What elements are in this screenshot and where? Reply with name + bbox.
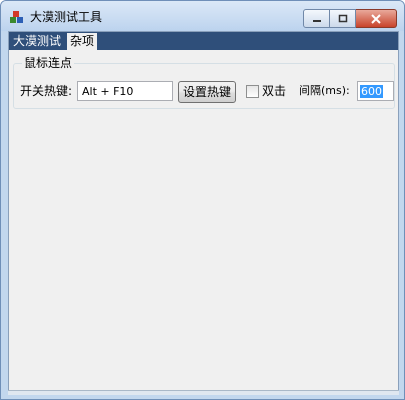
tab-misc[interactable]: 杂项 (67, 33, 98, 50)
close-icon (371, 13, 381, 24)
mouse-autoclick-group: 鼠标连点 开关热键: Alt + F10 设置热键 双击 间隔(ms): 600 (13, 56, 395, 109)
client-area: 大漠测试 杂项 鼠标连点 开关热键: Alt + F10 设置热键 双击 间隔(… (8, 31, 399, 392)
title-bar[interactable]: 大漠测试工具 (1, 1, 404, 31)
tab-damo-test[interactable]: 大漠测试 (10, 33, 64, 50)
minimize-icon (312, 19, 321, 22)
set-hotkey-button[interactable]: 设置热键 (178, 81, 236, 103)
double-click-label: 双击 (262, 84, 287, 98)
caption-buttons (303, 9, 397, 28)
misc-panel: 鼠标连点 开关热键: Alt + F10 设置热键 双击 间隔(ms): 600 (11, 53, 395, 385)
maximize-button[interactable] (330, 9, 356, 28)
interval-value: 600 (360, 85, 383, 98)
minimize-button[interactable] (303, 9, 330, 28)
app-window: 大漠测试工具 大漠测试 杂项 鼠标连点 开关热键: Alt + F10 设置热键… (0, 0, 405, 400)
interval-field[interactable]: 600 (357, 81, 394, 101)
hotkey-label: 开关热键: (20, 84, 73, 98)
tab-bar: 大漠测试 杂项 (9, 32, 398, 50)
maximize-icon (338, 14, 347, 22)
close-button[interactable] (356, 9, 397, 28)
app-icon (9, 9, 25, 25)
interval-label: 间隔(ms): (299, 84, 350, 97)
group-title: 鼠标连点 (22, 56, 75, 70)
double-click-checkbox[interactable] (246, 85, 259, 98)
hotkey-field[interactable]: Alt + F10 (77, 81, 173, 101)
status-bar (8, 390, 399, 395)
window-title: 大漠测试工具 (30, 10, 103, 24)
